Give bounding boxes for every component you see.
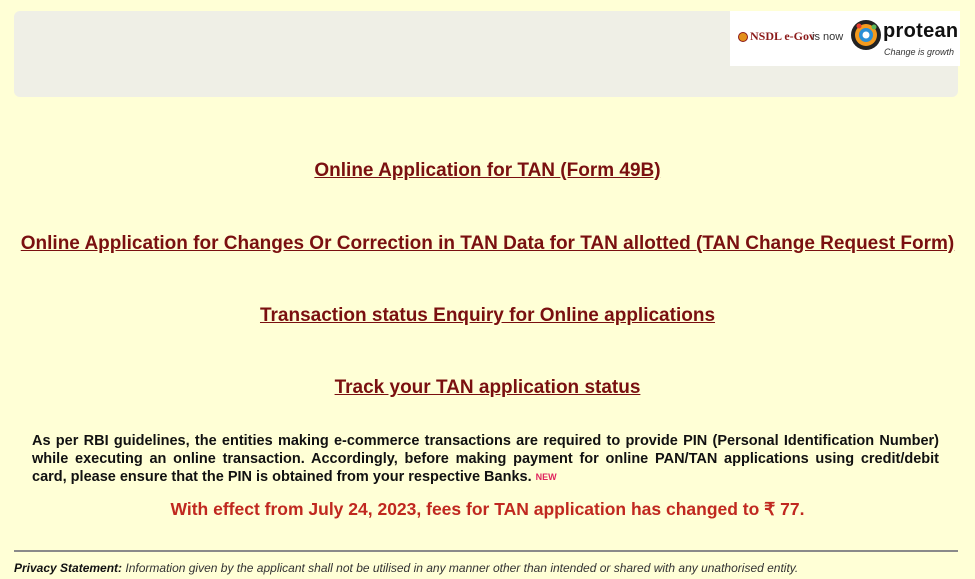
privacy-label: Privacy Statement: <box>14 561 123 575</box>
protean-tagline: Change is growth <box>884 47 955 57</box>
protean-logo-icon <box>851 20 881 50</box>
link-transaction-status-enquiry[interactable]: Transaction status Enquiry for Online ap… <box>0 305 975 327</box>
nsdl-logo: NSDL e-Gov <box>738 29 815 44</box>
link-track-tan-status[interactable]: Track your TAN application status <box>0 377 975 399</box>
protean-brand-name: protean <box>883 20 959 42</box>
privacy-text: Information given by the applicant shall… <box>125 561 799 575</box>
is-now-text: is now <box>812 31 844 43</box>
new-badge: NEW <box>535 472 557 482</box>
rbi-notice-text: As per RBI guidelines, the entities maki… <box>32 433 939 485</box>
nsdl-logo-text: NSDL e-Gov <box>750 29 816 43</box>
fee-change-notice: With effect from July 24, 2023, fees for… <box>170 499 805 519</box>
footer-divider <box>14 550 958 552</box>
privacy-statement: Privacy Statement: Information given by … <box>14 561 798 575</box>
link-tan-form-49b[interactable]: Online Application for TAN (Form 49B) <box>0 160 975 182</box>
link-tan-change-request[interactable]: Online Application for Changes Or Correc… <box>0 233 975 255</box>
nsdl-emblem-icon <box>738 31 748 42</box>
nsdl-protean-logo: NSDL e-Gov is now protean Change is grow… <box>730 11 960 66</box>
rbi-notice: As per RBI guidelines, the entities maki… <box>32 432 939 486</box>
